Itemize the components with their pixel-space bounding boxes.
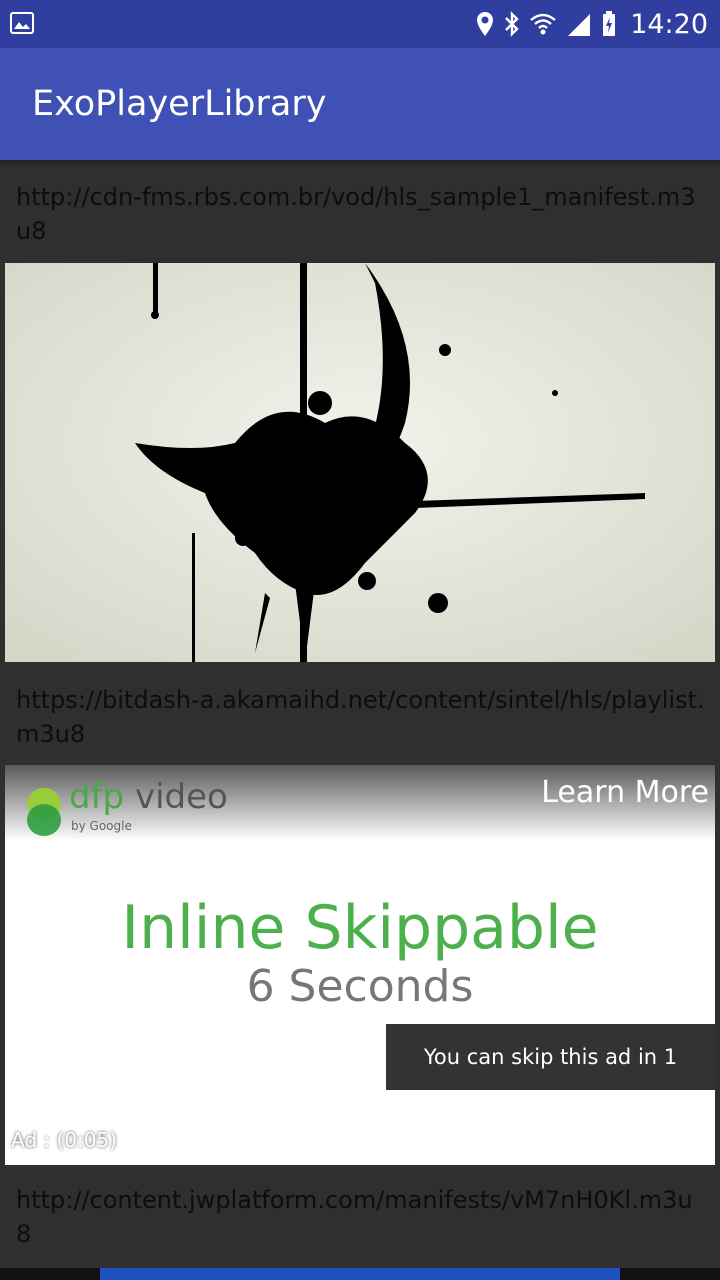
- list-item-url[interactable]: http://content.jwplatform.com/manifests/…: [16, 1183, 706, 1251]
- ad-title: Inline Skippable: [121, 893, 599, 963]
- next-video-thumbnail[interactable]: [100, 1268, 620, 1280]
- app-title: ExoPlayerLibrary: [32, 84, 327, 124]
- battery-icon: [603, 11, 616, 36]
- app-bar: ExoPlayerLibrary: [0, 48, 720, 160]
- image-icon: [10, 12, 34, 34]
- signal-icon: [568, 14, 591, 36]
- video-player[interactable]: [5, 263, 715, 662]
- location-icon: [477, 12, 494, 36]
- video-frame: [5, 263, 715, 662]
- bluetooth-icon: [505, 11, 519, 37]
- list-item-url[interactable]: https://bitdash-a.akamaihd.net/content/s…: [16, 683, 706, 751]
- dfp-logo-icon: [27, 788, 61, 836]
- video-list[interactable]: http://cdn-fms.rbs.com.br/vod/hls_sample…: [0, 160, 720, 1280]
- skip-ad-countdown[interactable]: You can skip this ad in 1: [386, 1024, 715, 1090]
- list-item-url[interactable]: http://cdn-fms.rbs.com.br/vod/hls_sample…: [16, 180, 706, 248]
- ad-player[interactable]: dfp video by Google Learn More Inline Sk…: [5, 765, 715, 1165]
- ad-subtitle: 6 Seconds: [246, 961, 474, 1012]
- dfp-brand: dfp video: [69, 777, 228, 817]
- status-clock: 14:20: [630, 8, 708, 40]
- wifi-icon: [530, 13, 556, 35]
- status-bar: 14:20: [0, 0, 720, 48]
- dfp-by-google: by Google: [71, 819, 132, 833]
- ad-timer: Ad : (0:05): [11, 1128, 117, 1152]
- learn-more-button[interactable]: Learn More: [541, 775, 709, 810]
